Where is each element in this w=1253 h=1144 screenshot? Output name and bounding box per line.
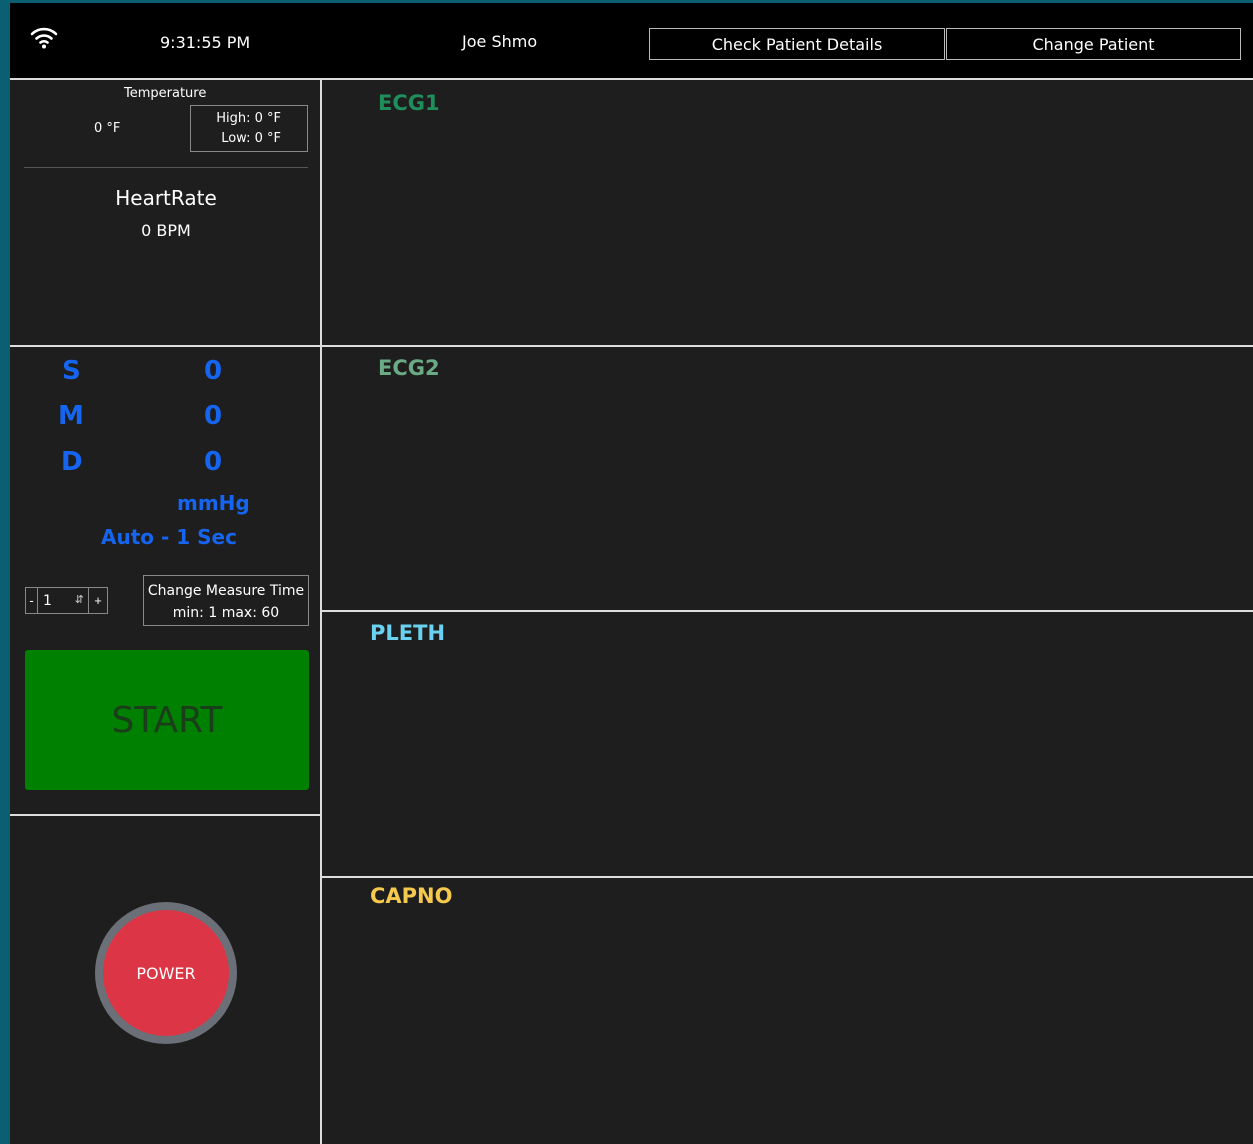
pleth-label: PLETH — [370, 621, 446, 645]
wifi-icon — [30, 27, 58, 49]
change-measure-time-button[interactable]: Change Measure Time min: 1 max: 60 — [143, 575, 309, 626]
mean-value: 0 — [204, 401, 223, 431]
temperature-title: Temperature — [124, 86, 207, 101]
ecg2-label: ECG2 — [378, 356, 440, 380]
diastolic-value: 0 — [204, 447, 223, 477]
temperature-value: 0 °F — [94, 121, 121, 136]
temperature-high: High: 0 °F — [216, 111, 281, 126]
measure-time-input[interactable]: 1 ⇵ — [38, 587, 88, 614]
change-patient-button[interactable]: Change Patient — [946, 28, 1241, 60]
heart-rate-title: HeartRate — [115, 186, 217, 210]
capno-label: CAPNO — [370, 884, 453, 908]
start-button[interactable]: START — [25, 650, 309, 790]
user-name: Joe Shmo — [462, 32, 538, 51]
clock-time: 9:31:55 PM — [160, 33, 251, 52]
divider — [10, 78, 1253, 80]
divider — [10, 814, 321, 816]
divider — [10, 345, 1253, 347]
temperature-low: Low: 0 °F — [221, 131, 281, 146]
systolic-value: 0 — [204, 356, 223, 386]
measure-time-stepper: - 1 ⇵ + — [25, 587, 108, 614]
change-measure-time-label: Change Measure Time — [147, 583, 305, 599]
check-patient-details-button[interactable]: Check Patient Details — [649, 28, 945, 60]
power-button[interactable]: POWER — [103, 910, 229, 1036]
separator — [24, 167, 308, 168]
temperature-range-box: High: 0 °F Low: 0 °F — [190, 105, 308, 152]
mean-label: M — [58, 401, 84, 431]
divider — [322, 876, 1253, 878]
increment-button[interactable]: + — [88, 587, 108, 614]
top-bar: 9:31:55 PM Joe Shmo Check Patient Detail… — [10, 3, 1253, 78]
heart-rate-value: 0 BPM — [141, 221, 191, 240]
spinner-icon[interactable]: ⇵ — [75, 593, 84, 606]
measure-mode: Auto - 1 Sec — [101, 525, 237, 549]
measure-time-value: 1 — [43, 592, 52, 609]
measure-time-range: min: 1 max: 60 — [172, 605, 280, 621]
systolic-label: S — [62, 356, 81, 386]
decrement-button[interactable]: - — [25, 587, 38, 614]
ecg1-label: ECG1 — [378, 91, 440, 115]
divider — [322, 610, 1253, 612]
pressure-unit: mmHg — [177, 491, 250, 515]
diastolic-label: D — [61, 447, 83, 477]
